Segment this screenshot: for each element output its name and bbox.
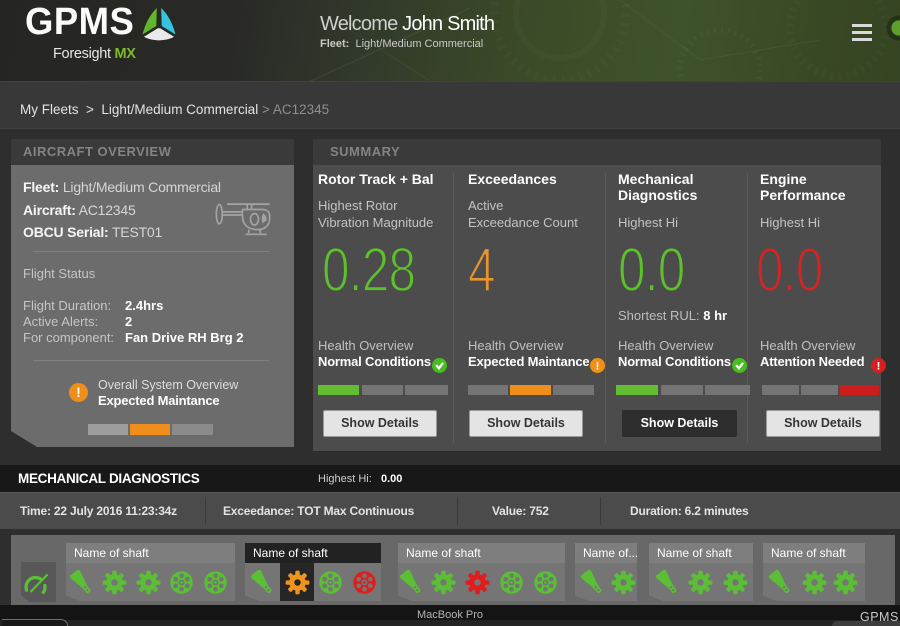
svg-text:!: !	[596, 360, 600, 372]
svg-text:!: !	[877, 360, 881, 372]
